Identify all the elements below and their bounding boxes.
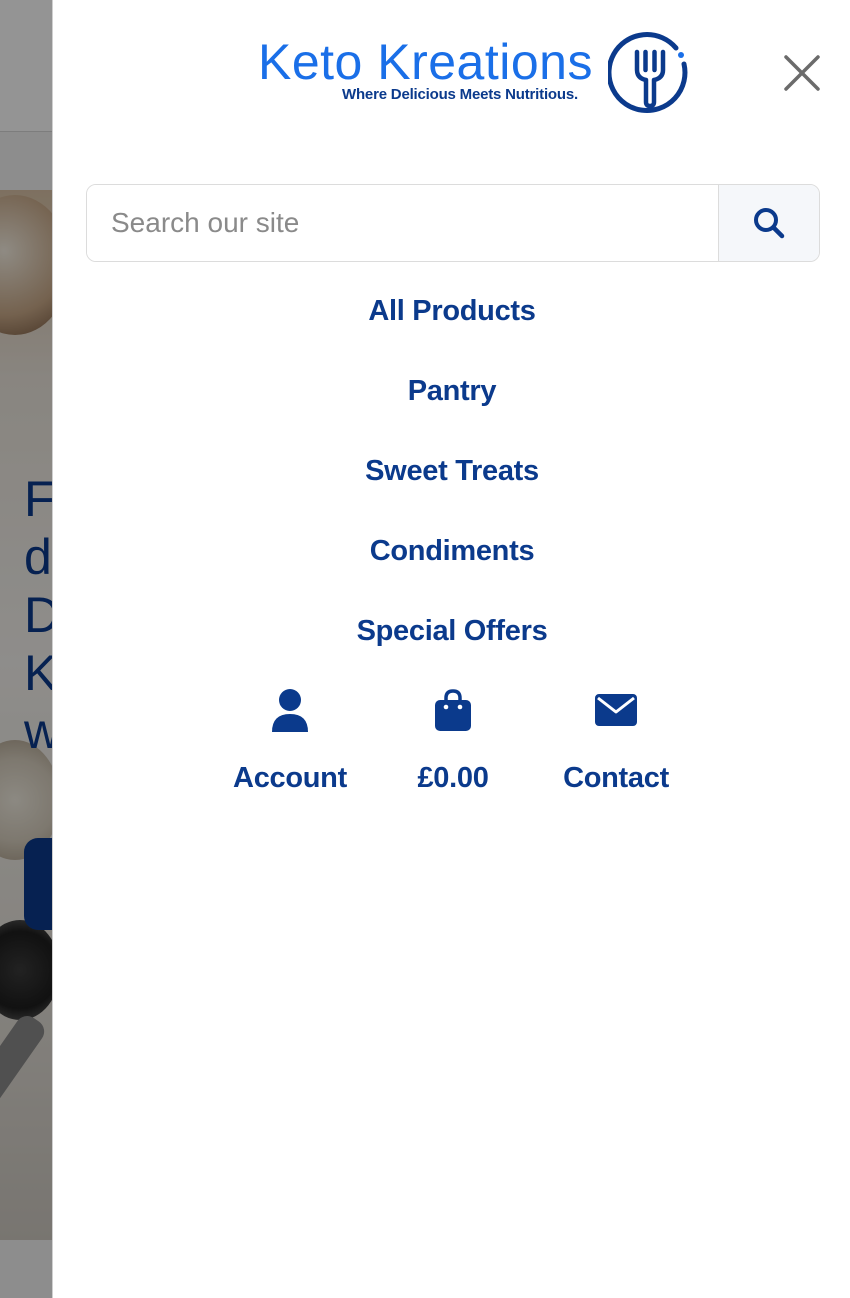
fork-icon [608,32,688,113]
close-icon [784,55,820,91]
site-logo[interactable]: Keto Kreations Where Delicious Meets Nut… [258,28,698,118]
menu-item-pantry[interactable]: Pantry [53,358,850,438]
site-search-form [86,184,820,262]
logo-tagline: Where Delicious Meets Nutritious. [342,86,578,103]
search-icon [754,208,785,239]
menu-item-sweet-treats[interactable]: Sweet Treats [53,438,850,518]
account-link[interactable]: Account [205,682,375,795]
contact-label: Contact [563,762,669,794]
search-input[interactable] [87,185,718,261]
menu-item-all-products[interactable]: All Products [53,278,850,358]
mobile-nav-drawer: Keto Kreations Where Delicious Meets Nut… [52,0,850,1298]
cart-link[interactable]: £0.00 [368,682,538,795]
contact-link[interactable]: Contact [531,682,701,795]
close-drawer-button[interactable] [781,52,823,94]
account-actions: Account £0.00 Contact [53,682,850,822]
shopping-bag-icon [435,689,471,731]
main-menu: All Products Pantry Sweet Treats Condime… [53,278,850,678]
logo-wordmark: Keto Kreations [258,34,593,90]
menu-item-condiments[interactable]: Condiments [53,518,850,598]
menu-item-special-offers[interactable]: Special Offers [53,598,850,678]
cart-total: £0.00 [417,762,489,794]
envelope-icon [595,694,637,726]
search-button[interactable] [718,185,819,261]
user-icon [272,689,308,732]
account-label: Account [233,762,347,794]
